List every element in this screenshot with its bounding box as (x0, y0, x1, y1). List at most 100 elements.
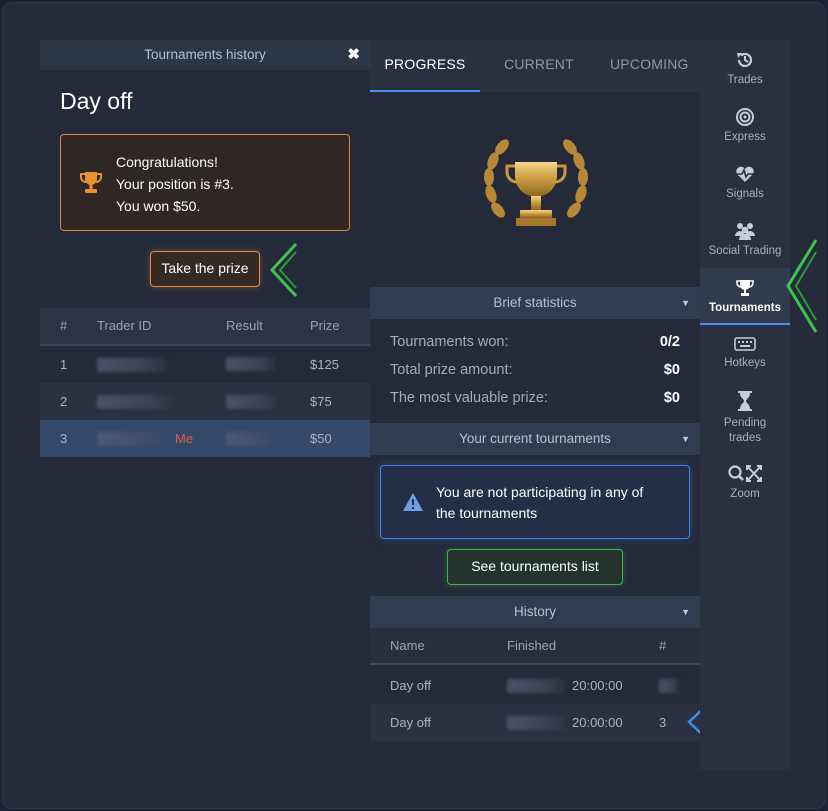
table-row-me: 3 Me $50 (40, 420, 370, 457)
not-participating-notice: You are not participating in any of the … (380, 465, 690, 539)
sidebar-label: Express (724, 131, 766, 143)
col-prize: Prize (310, 318, 340, 333)
history-row[interactable]: Day off 20:00:00 3 (370, 704, 700, 741)
result-redacted (226, 357, 276, 371)
current-tournaments-toggle[interactable]: Your current tournaments ▼ (370, 423, 700, 455)
stat-total-prize: Total prize amount: $0 (390, 362, 680, 378)
sidebar-item-express[interactable]: Express (700, 107, 790, 143)
history-position: 3 (659, 715, 667, 730)
row-rank: 3 (60, 431, 68, 446)
tab-upcoming[interactable]: UPCOMING (610, 40, 689, 92)
tournaments-progress-panel: PROGRESS CURRENT UPCOMING Brief statisti… (370, 40, 700, 741)
green-pointer-arrow-icon (786, 239, 818, 333)
green-pointer-arrow-icon (269, 242, 298, 298)
sidebar-item-tournaments[interactable]: Tournaments (700, 268, 790, 325)
col-rank: # (60, 318, 68, 333)
sidebar-label: Tournaments (709, 302, 781, 314)
notice-line-2: the tournaments (436, 505, 538, 521)
history-table-header: Name Finished # (370, 628, 700, 665)
heart-pulse-icon (736, 166, 754, 182)
tab-bar: PROGRESS CURRENT UPCOMING (370, 40, 700, 92)
sidebar-label: Pending (723, 417, 767, 429)
close-icon[interactable]: ✖ (347, 40, 360, 70)
sidebar-label: Signals (726, 188, 764, 200)
table-row: 2 $75 (40, 383, 370, 420)
history-row[interactable]: Day off 20:00:00 (370, 667, 700, 704)
history-toggle[interactable]: History ▼ (370, 596, 700, 628)
sidebar-label: Zoom (730, 488, 760, 500)
congrats-line-3: You won $50. (116, 198, 201, 214)
trader-id-redacted (97, 395, 172, 409)
take-prize-button[interactable]: Take the prize (150, 251, 260, 287)
history-icon (737, 52, 753, 68)
col-name: Name (390, 638, 425, 653)
col-finished: Finished (507, 638, 557, 653)
sidebar-item-pending-trades[interactable]: Pending trades (700, 390, 790, 446)
history-name: Day off (390, 678, 431, 693)
keyboard-icon (734, 337, 756, 351)
row-prize: $125 (310, 357, 339, 372)
sidebar-label-2: trades (729, 432, 761, 444)
row-rank: 2 (60, 394, 68, 409)
tournament-title: Day off (60, 88, 133, 114)
stat-label: The most valuable prize: (390, 390, 548, 406)
caret-down-icon: ▼ (681, 434, 690, 444)
sidebar-item-zoom[interactable]: Zoom (700, 464, 790, 500)
results-table-header: # Trader ID Result Prize (40, 308, 370, 346)
stat-label: Tournaments won: (390, 334, 509, 350)
sidebar-item-hotkeys[interactable]: Hotkeys (700, 335, 790, 369)
trader-id-redacted (97, 432, 167, 446)
stat-label: Total prize amount: (390, 362, 513, 378)
sidebar-item-social-trading[interactable]: Social Trading (700, 221, 790, 257)
right-sidebar: Trades Express Signals Social Trading To… (700, 40, 790, 770)
notice-line-1: You are not participating in any of (436, 484, 644, 500)
see-tournaments-list-button[interactable]: See tournaments list (447, 549, 623, 585)
congratulations-box: Congratulations! Your position is #3. Yo… (60, 134, 350, 231)
result-redacted (226, 395, 276, 409)
table-row: 1 $125 (40, 346, 370, 383)
history-label: History (513, 604, 556, 619)
trader-id-redacted (97, 358, 167, 372)
position-redacted (659, 679, 679, 693)
brief-statistics-toggle[interactable]: Brief statistics ▼ (370, 287, 700, 319)
stat-value: $0 (663, 362, 680, 378)
col-trader-id: Trader ID (97, 318, 152, 333)
sidebar-label: Trades (727, 74, 763, 86)
date-redacted (507, 716, 565, 730)
users-icon (735, 223, 755, 240)
col-result: Result (226, 318, 263, 333)
history-time: 20:00:00 (572, 715, 623, 730)
caret-down-icon: ▼ (681, 607, 690, 617)
sidebar-label: Social Trading (708, 245, 782, 257)
trophy-icon (736, 280, 754, 296)
sidebar-item-signals[interactable]: Signals (700, 164, 790, 200)
stat-value: 0/2 (659, 334, 680, 350)
target-icon (736, 108, 754, 126)
stat-tournaments-won: Tournaments won: 0/2 (390, 334, 680, 350)
zoom-icon (728, 465, 762, 482)
me-label: Me (175, 431, 194, 446)
row-prize: $50 (310, 431, 332, 446)
stat-most-valuable-prize: The most valuable prize: $0 (390, 390, 680, 406)
hourglass-icon (738, 391, 752, 411)
panel-header-title: Tournaments history (144, 47, 266, 62)
history-name: Day off (390, 715, 431, 730)
tournaments-history-panel: Tournaments history ✖ Day off Congratula… (40, 40, 370, 770)
sidebar-label: Hotkeys (724, 357, 766, 369)
current-tournaments-label: Your current tournaments (459, 431, 611, 446)
trophy-icon (80, 172, 102, 193)
col-position: # (659, 638, 667, 653)
panel-header: Tournaments history ✖ (40, 40, 370, 70)
row-rank: 1 (60, 357, 68, 372)
date-redacted (507, 679, 565, 693)
tab-current[interactable]: CURRENT (504, 40, 574, 92)
sidebar-item-trades[interactable]: Trades (700, 50, 790, 86)
history-time: 20:00:00 (572, 678, 623, 693)
tab-progress[interactable]: PROGRESS (370, 40, 480, 92)
laurel-trophy-icon (484, 139, 588, 226)
congrats-line-2: Your position is #3. (116, 176, 234, 192)
warning-icon (403, 493, 423, 511)
caret-down-icon: ▼ (681, 298, 690, 308)
row-prize: $75 (310, 394, 332, 409)
result-redacted (226, 432, 276, 446)
